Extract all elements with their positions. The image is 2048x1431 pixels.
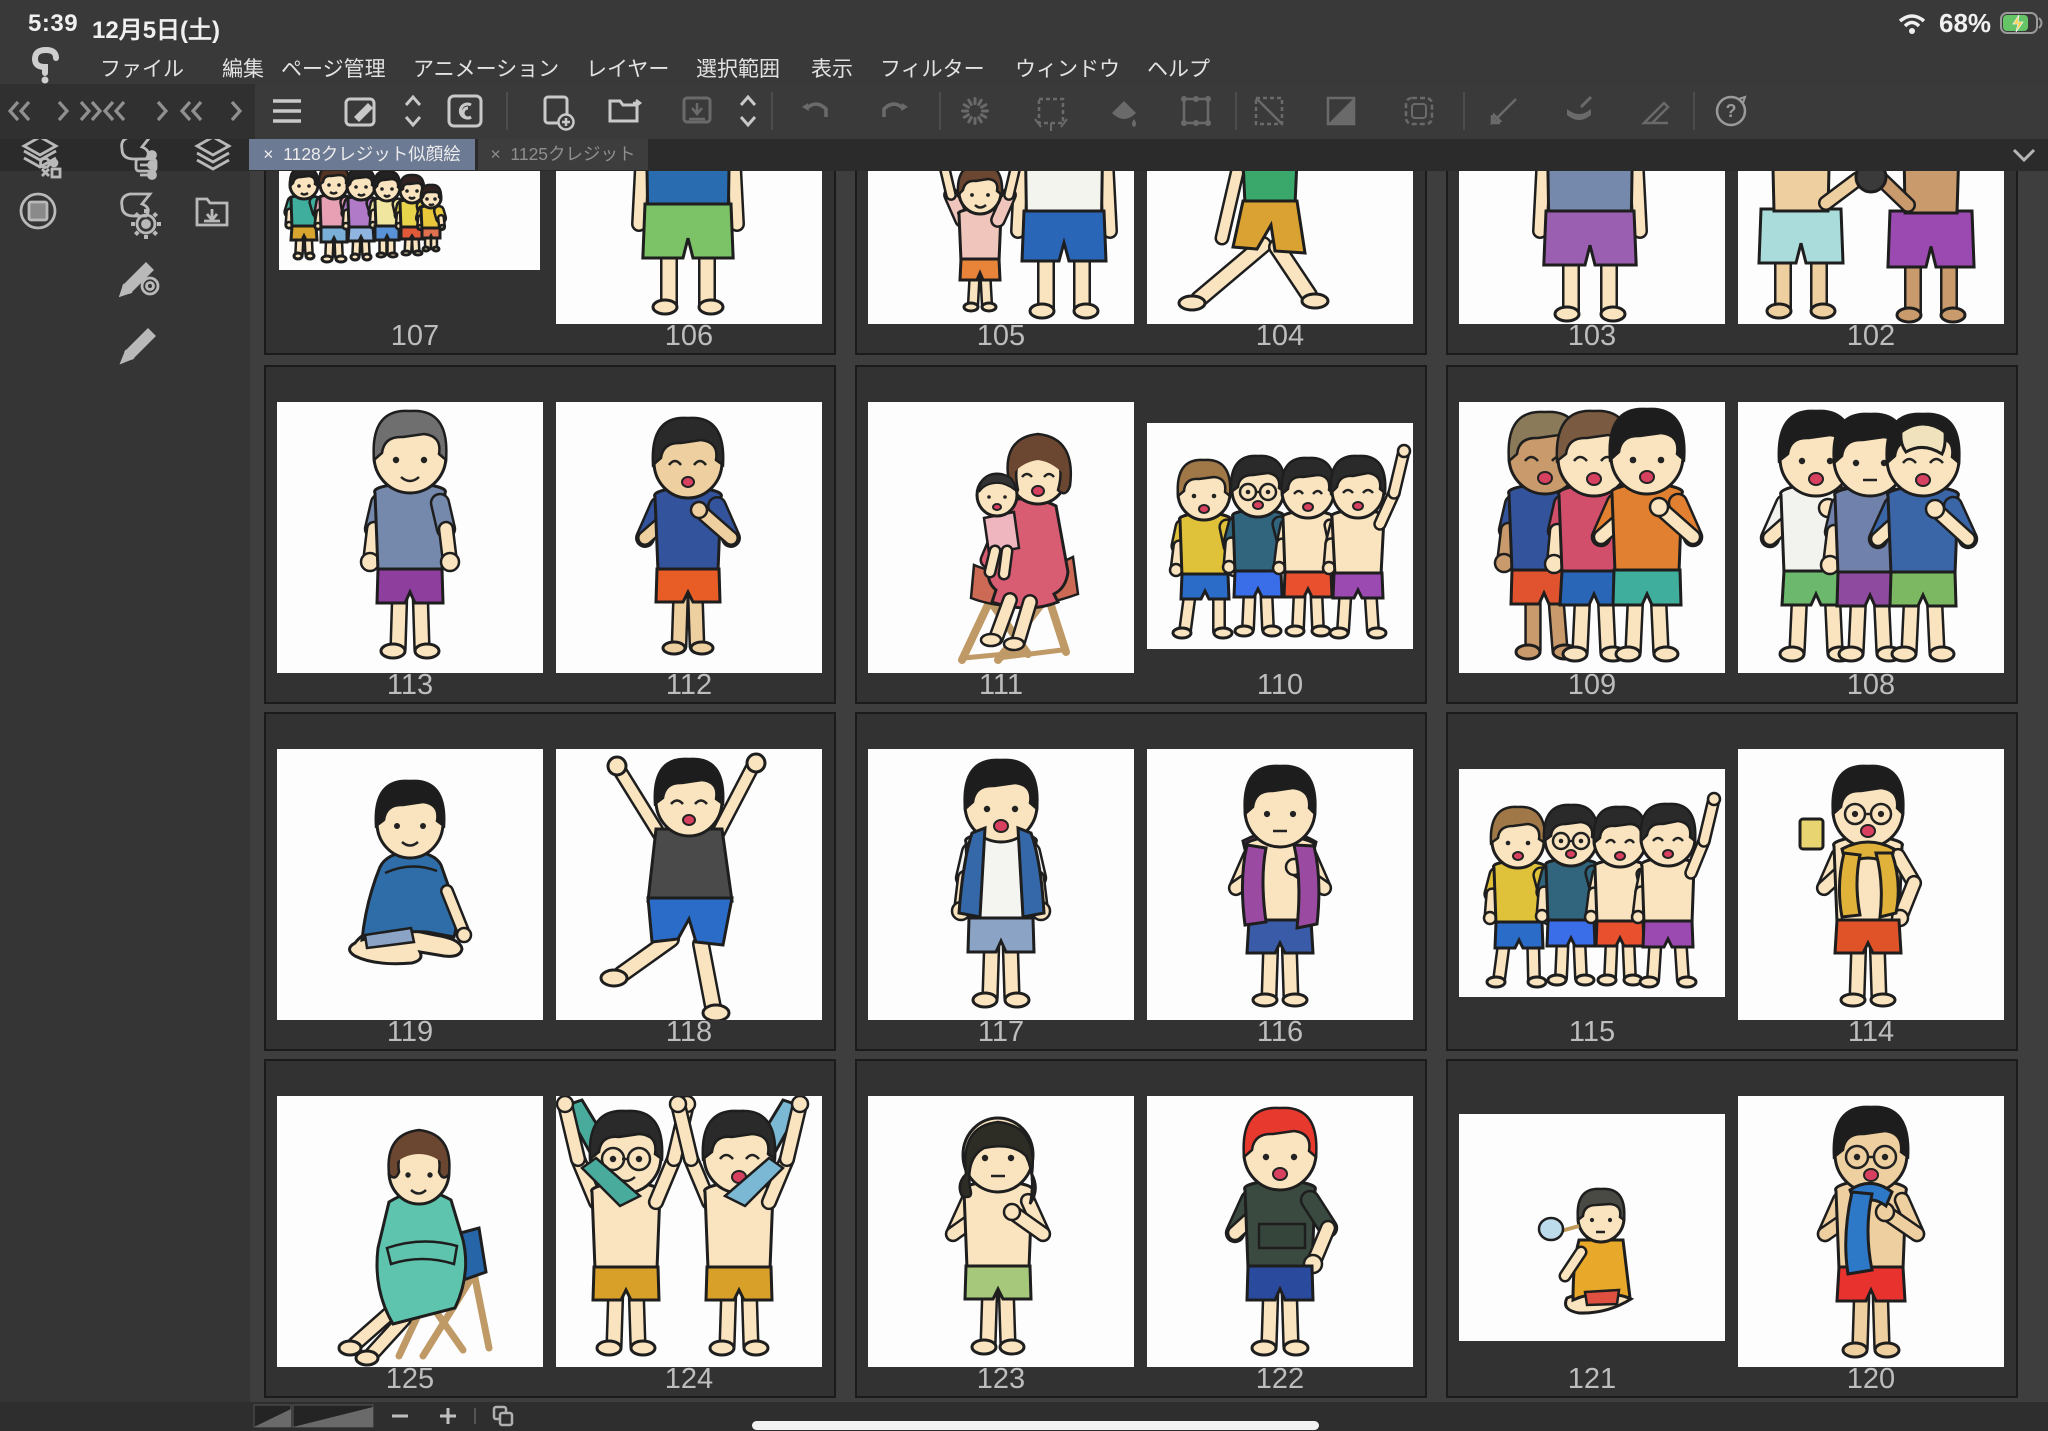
svg-text:?: ? [1726,101,1737,121]
svg-text:68%: 68% [1939,8,1991,38]
